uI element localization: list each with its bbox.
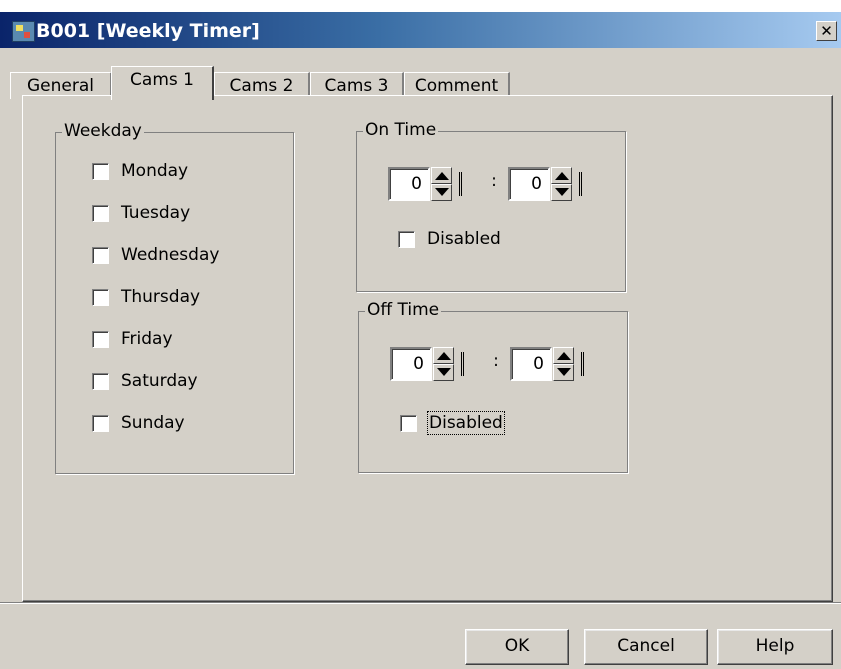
checkbox-box[interactable]: [92, 288, 109, 306]
caret-icon: [459, 172, 462, 196]
help-button[interactable]: Help: [717, 629, 833, 665]
on-time-minute-spinner[interactable]: [551, 167, 572, 201]
checkbox-box[interactable]: [92, 162, 109, 180]
checkbox-saturday[interactable]: Saturday: [92, 371, 198, 391]
off-time-hour-spinner[interactable]: [433, 347, 454, 381]
caret-icon: [461, 352, 464, 376]
button-separator: [0, 602, 841, 604]
on-time-disabled-checkbox[interactable]: Disabled: [398, 229, 501, 249]
checkbox-label: Friday: [121, 329, 173, 349]
checkbox-label: Disabled: [427, 411, 505, 435]
weekday-group: Weekday Monday Tuesday Wednesday Thursda…: [55, 121, 294, 474]
on-time-minute-input[interactable]: 0: [508, 167, 550, 201]
ok-button[interactable]: OK: [465, 629, 569, 665]
on-time-legend: On Time: [363, 120, 439, 140]
checkbox-label: Monday: [121, 161, 189, 181]
checkbox-box[interactable]: [92, 414, 109, 432]
checkbox-label: Saturday: [121, 371, 198, 391]
checkbox-tuesday[interactable]: Tuesday: [92, 203, 190, 223]
on-time-hour-input[interactable]: 0: [388, 167, 430, 201]
arrow-up-icon[interactable]: [431, 167, 452, 184]
checkbox-wednesday[interactable]: Wednesday: [92, 245, 219, 265]
off-time-minute-input[interactable]: 0: [510, 347, 552, 381]
off-time-minute-spinner[interactable]: [553, 347, 574, 381]
arrow-down-icon[interactable]: [553, 364, 574, 381]
arrow-down-icon[interactable]: [431, 184, 452, 201]
off-time-hour-input[interactable]: 0: [390, 347, 432, 381]
checkbox-label: Tuesday: [121, 203, 191, 223]
window-title: B001 [Weekly Timer]: [36, 20, 260, 42]
checkbox-sunday[interactable]: Sunday: [92, 413, 185, 433]
off-time-disabled-checkbox[interactable]: Disabled: [400, 411, 505, 435]
arrow-up-icon[interactable]: [433, 347, 454, 364]
off-time-legend: Off Time: [365, 300, 442, 320]
checkbox-thursday[interactable]: Thursday: [92, 287, 200, 307]
time-separator: :: [491, 171, 497, 191]
dialog-window: B001 [Weekly Timer] ✕ General Cams 1 Cam…: [0, 12, 841, 669]
on-time-hour-spinner[interactable]: [431, 167, 452, 201]
checkbox-label: Sunday: [121, 413, 185, 433]
title-bar[interactable]: B001 [Weekly Timer] ✕: [0, 12, 841, 48]
checkbox-box[interactable]: [400, 414, 417, 432]
tab-cams-1[interactable]: Cams 1: [111, 66, 214, 100]
caret-icon: [579, 172, 582, 196]
arrow-up-icon[interactable]: [551, 167, 572, 184]
weekday-legend: Weekday: [62, 121, 144, 141]
caret-icon: [581, 352, 584, 376]
checkbox-label: Thursday: [121, 287, 201, 307]
checkbox-box[interactable]: [92, 330, 109, 348]
cancel-button[interactable]: Cancel: [584, 629, 708, 665]
checkbox-friday[interactable]: Friday: [92, 329, 173, 349]
checkbox-label: Disabled: [427, 229, 501, 249]
checkbox-box[interactable]: [92, 372, 109, 390]
checkbox-label: Wednesday: [121, 245, 220, 265]
checkbox-monday[interactable]: Monday: [92, 161, 188, 181]
checkbox-box[interactable]: [92, 246, 109, 264]
off-time-group: Off Time 0 : 0 Disabled: [358, 300, 628, 473]
checkbox-box[interactable]: [92, 204, 109, 222]
checkbox-box[interactable]: [398, 230, 415, 248]
weekly-timer-icon: [12, 21, 35, 42]
on-time-group: On Time 0 : 0 Disabled: [356, 120, 626, 292]
arrow-up-icon[interactable]: [553, 347, 574, 364]
arrow-down-icon[interactable]: [551, 184, 572, 201]
arrow-down-icon[interactable]: [433, 364, 454, 381]
close-button[interactable]: ✕: [816, 21, 837, 41]
time-separator: :: [493, 351, 499, 371]
